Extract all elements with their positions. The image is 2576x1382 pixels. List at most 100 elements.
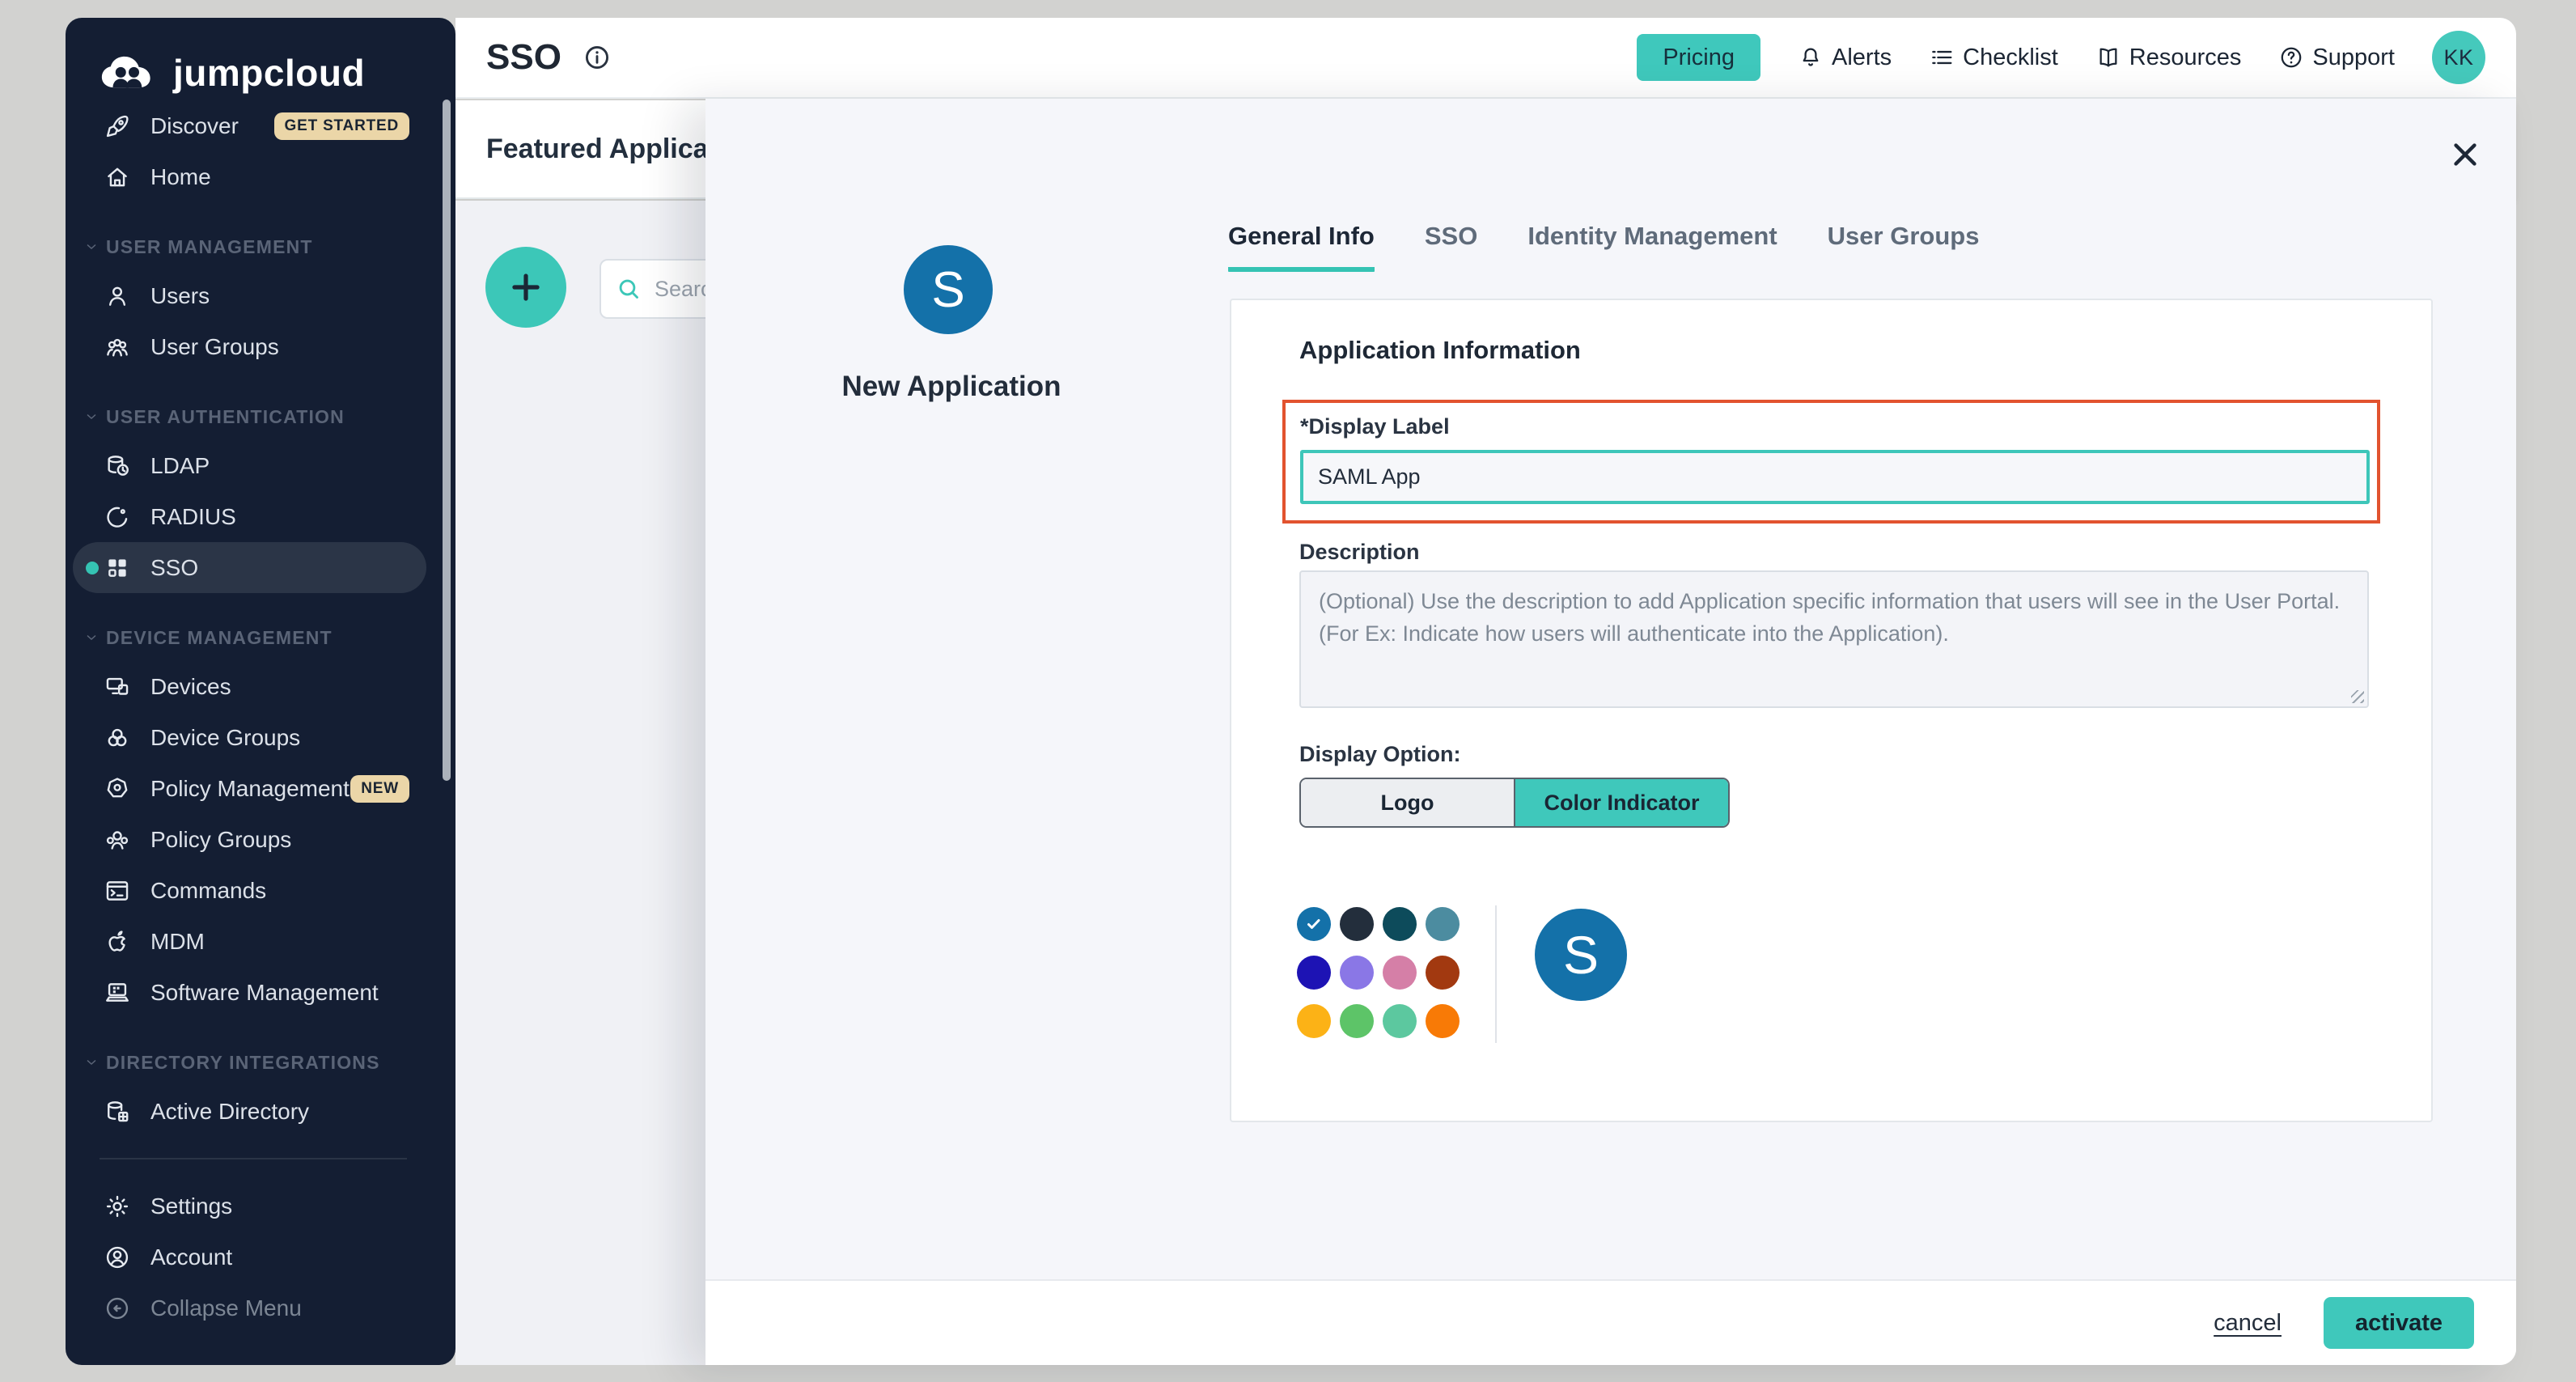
section-title: USER MANAGEMENT <box>106 236 313 258</box>
sidebar-item-user-groups[interactable]: User Groups <box>66 321 455 372</box>
modal-tabs: General Info SSO Identity Management Use… <box>1228 222 1979 272</box>
resources-button[interactable]: Resources <box>2095 45 2242 71</box>
sidebar-item-label: User Groups <box>150 334 279 360</box>
new-application-modal: S New Application General Info SSO Ident… <box>705 99 2516 1365</box>
sidebar-item-label: Device Groups <box>150 725 300 751</box>
sidebar-item-policy-groups[interactable]: Policy Groups <box>66 814 455 865</box>
book-icon <box>2095 45 2121 70</box>
checklist-button[interactable]: Checklist <box>1929 45 2058 71</box>
color-swatch-selected[interactable] <box>1297 907 1331 941</box>
new-badge: NEW <box>350 775 409 803</box>
home-icon <box>104 163 131 191</box>
color-swatch[interactable] <box>1340 907 1374 941</box>
sidebar-item-label: Collapse Menu <box>150 1295 302 1321</box>
option-logo[interactable]: Logo <box>1301 779 1515 826</box>
section-title: DEVICE MANAGEMENT <box>106 627 333 649</box>
color-swatch[interactable] <box>1340 956 1374 990</box>
mdm-apple-icon <box>104 928 131 956</box>
color-swatch[interactable] <box>1383 956 1417 990</box>
color-swatch[interactable] <box>1383 1004 1417 1038</box>
sidebar-item-software-management[interactable]: Software Management <box>66 967 455 1018</box>
gear-icon <box>104 1193 131 1220</box>
sidebar-divider <box>100 1158 407 1159</box>
add-application-button[interactable] <box>485 247 566 328</box>
display-label-input[interactable] <box>1300 450 2370 504</box>
close-modal-button[interactable] <box>2445 134 2485 175</box>
sidebar-item-settings[interactable]: Settings <box>66 1181 455 1232</box>
sidebar-item-users[interactable]: Users <box>66 270 455 321</box>
commands-terminal-icon <box>104 877 131 905</box>
sidebar-item-label: Account <box>150 1244 232 1270</box>
sidebar-item-discover[interactable]: Discover GET STARTED <box>66 100 455 151</box>
header-actions: Pricing Alerts Checklist Resources Suppo… <box>1637 31 2485 84</box>
color-swatch[interactable] <box>1426 956 1460 990</box>
sidebar-item-collapse-menu[interactable]: Collapse Menu <box>66 1282 455 1333</box>
sidebar-item-device-groups[interactable]: Device Groups <box>66 712 455 763</box>
logo-wordmark: jumpcloud <box>173 51 365 95</box>
alerts-button[interactable]: Alerts <box>1798 45 1892 71</box>
color-swatch[interactable] <box>1426 1004 1460 1038</box>
sidebar-section-directory-integrations[interactable]: DIRECTORY INTEGRATIONS <box>66 1042 455 1083</box>
tab-sso[interactable]: SSO <box>1425 222 1477 272</box>
sidebar-item-label: MDM <box>150 929 205 955</box>
user-avatar[interactable]: KK <box>2432 31 2485 84</box>
rocket-icon <box>104 112 131 140</box>
chevron-down-icon <box>83 409 100 425</box>
sidebar-item-radius[interactable]: RADIUS <box>66 491 455 542</box>
cancel-button[interactable]: cancel <box>2214 1310 2282 1337</box>
chevron-down-icon <box>83 630 100 646</box>
activate-button[interactable]: activate <box>2324 1297 2474 1349</box>
sidebar-item-home[interactable]: Home <box>66 151 455 202</box>
alerts-label: Alerts <box>1832 45 1892 71</box>
policy-management-icon <box>104 775 131 803</box>
tab-identity-management[interactable]: Identity Management <box>1527 222 1777 272</box>
description-textarea[interactable]: (Optional) Use the description to add Ap… <box>1299 570 2369 708</box>
display-label-label: *Display Label <box>1300 414 1450 439</box>
sidebar-item-account[interactable]: Account <box>66 1232 455 1282</box>
color-indicator-preview: S <box>1535 909 1627 1001</box>
jumpcloud-logo[interactable]: jumpcloud <box>66 18 455 100</box>
tab-user-groups[interactable]: User Groups <box>1828 222 1980 272</box>
bell-icon <box>1798 45 1824 70</box>
sidebar-section-user-management[interactable]: USER MANAGEMENT <box>66 227 455 267</box>
color-swatch-grid <box>1297 907 1460 1038</box>
sidebar-item-label: Commands <box>150 878 266 904</box>
jumpcloud-cloud-icon <box>97 51 160 95</box>
support-button[interactable]: Support <box>2278 45 2395 71</box>
plus-icon <box>505 266 547 308</box>
sidebar-item-policy-management[interactable]: Policy Management NEW <box>66 763 455 814</box>
sidebar-section-device-management[interactable]: DEVICE MANAGEMENT <box>66 617 455 658</box>
active-directory-icon <box>104 1098 131 1126</box>
color-swatch[interactable] <box>1426 907 1460 941</box>
sidebar-item-devices[interactable]: Devices <box>66 661 455 712</box>
tab-general-info[interactable]: General Info <box>1228 222 1375 272</box>
option-color-indicator[interactable]: Color Indicator <box>1515 779 1728 826</box>
devices-icon <box>104 673 131 701</box>
sidebar-section-user-authentication[interactable]: USER AUTHENTICATION <box>66 396 455 437</box>
checklist-icon <box>1929 45 1955 70</box>
description-placeholder: (Optional) Use the description to add Ap… <box>1319 585 2349 650</box>
sidebar-scrollbar[interactable] <box>443 100 451 781</box>
sidebar-item-commands[interactable]: Commands <box>66 865 455 916</box>
sidebar-item-ldap[interactable]: LDAP <box>66 440 455 491</box>
pricing-button[interactable]: Pricing <box>1637 34 1760 81</box>
display-label-highlight-box: *Display Label <box>1282 400 2380 524</box>
description-label: Description <box>1299 540 1420 565</box>
resize-handle[interactable] <box>2351 690 2364 703</box>
modal-footer: cancel activate <box>705 1279 2516 1365</box>
color-swatch[interactable] <box>1297 1004 1331 1038</box>
software-management-icon <box>104 979 131 1007</box>
sidebar-item-label: RADIUS <box>150 504 236 530</box>
sidebar-item-mdm[interactable]: MDM <box>66 916 455 967</box>
section-title: DIRECTORY INTEGRATIONS <box>106 1052 380 1074</box>
account-icon <box>104 1244 131 1271</box>
sidebar-item-active-directory[interactable]: Active Directory <box>66 1086 455 1137</box>
color-swatch[interactable] <box>1383 907 1417 941</box>
info-icon[interactable] <box>583 43 612 72</box>
display-option-label: Display Option: <box>1299 742 1461 767</box>
application-name: New Application <box>773 371 1129 403</box>
color-swatch[interactable] <box>1340 1004 1374 1038</box>
color-swatch[interactable] <box>1297 956 1331 990</box>
sidebar-item-sso[interactable]: SSO <box>73 542 426 593</box>
collapse-arrow-icon <box>104 1295 131 1322</box>
